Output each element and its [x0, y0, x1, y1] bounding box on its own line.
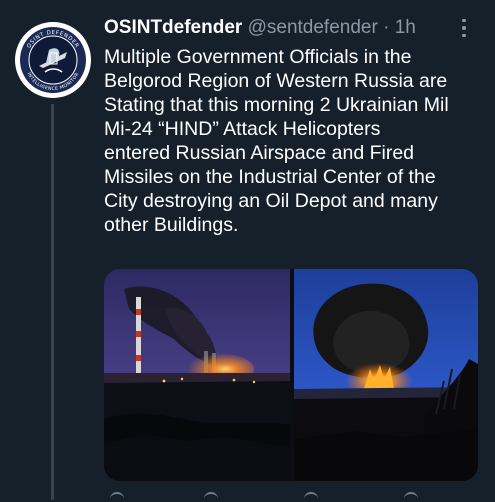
- handle[interactable]: @sentdefender: [248, 17, 378, 38]
- osint-logo-icon: OSINT DEFENDER INTELLIGENCE MONITOR: [16, 23, 90, 97]
- tweet[interactable]: OSINT DEFENDER INTELLIGENCE MONITOR OSIN…: [0, 0, 495, 500]
- display-name[interactable]: OSINTdefender: [104, 17, 242, 38]
- action-bar: [104, 492, 478, 500]
- smoke-chimneys-image: [104, 269, 290, 481]
- timestamp[interactable]: 1h: [395, 17, 416, 38]
- more-horizontal-icon[interactable]: [452, 16, 476, 40]
- media-photo-2[interactable]: [294, 269, 478, 481]
- avatar[interactable]: OSINT DEFENDER INTELLIGENCE MONITOR: [15, 22, 91, 98]
- separator: ·: [383, 17, 390, 38]
- media-grid: [104, 269, 478, 481]
- tweet-text: Multiple Government Officials in the Bel…: [104, 46, 449, 236]
- thread-line: [51, 104, 54, 500]
- tweet-header: OSINTdefender @sentdefender · 1h: [104, 16, 454, 40]
- media-photo-1[interactable]: [104, 269, 290, 481]
- oil-depot-fire-image: [294, 269, 478, 481]
